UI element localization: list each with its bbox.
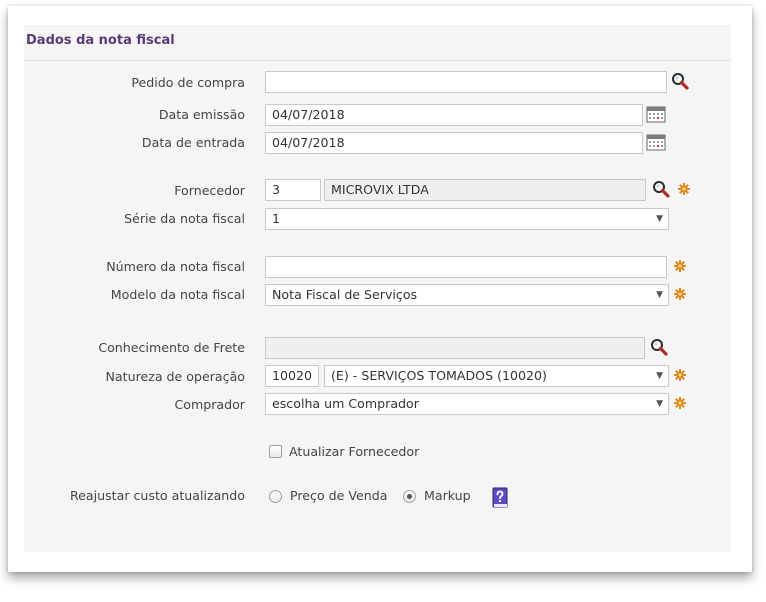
- data-entrada-label: Data de entrada: [141, 135, 245, 150]
- comprador-value: escolha um Comprador: [272, 396, 419, 411]
- reajustar-label: Reajustar custo atualizando: [69, 488, 245, 503]
- pedido-compra-input[interactable]: [265, 71, 667, 93]
- pedido-compra-label: Pedido de compra: [131, 75, 245, 90]
- search-icon[interactable]: [671, 72, 689, 90]
- cog-icon[interactable]: [674, 260, 686, 272]
- comprador-select[interactable]: escolha um Comprador ▼: [265, 393, 669, 415]
- comprador-label: Comprador: [174, 397, 245, 412]
- data-entrada-input[interactable]: 04/07/2018: [265, 132, 643, 154]
- chevron-down-icon: ▼: [656, 290, 663, 300]
- natureza-label: Natureza de operação: [105, 369, 245, 384]
- calendar-icon[interactable]: [646, 133, 666, 151]
- modelo-select[interactable]: Nota Fiscal de Serviços ▼: [265, 284, 669, 306]
- markup-radio[interactable]: [403, 490, 416, 503]
- natureza-value: (E) - SERVIÇOS TOMADOS (10020): [331, 368, 547, 383]
- help-book-icon[interactable]: [491, 487, 509, 509]
- atualizar-fornecedor-checkbox[interactable]: [269, 445, 282, 458]
- cog-icon[interactable]: [674, 288, 686, 300]
- title-divider: [24, 60, 731, 61]
- markup-label: Markup: [424, 488, 471, 503]
- natureza-select[interactable]: (E) - SERVIÇOS TOMADOS (10020) ▼: [324, 365, 669, 387]
- calendar-icon[interactable]: [646, 105, 666, 123]
- serie-select[interactable]: 1 ▼: [265, 208, 669, 230]
- conhecimento-frete-field: [265, 337, 645, 359]
- conhecimento-frete-label: Conhecimento de Frete: [98, 340, 245, 355]
- natureza-code-input[interactable]: 10020: [265, 365, 319, 387]
- data-emissao-input[interactable]: 04/07/2018: [265, 104, 643, 126]
- cog-icon[interactable]: [678, 183, 690, 195]
- search-icon[interactable]: [652, 180, 670, 198]
- cog-icon[interactable]: [674, 369, 686, 381]
- fornecedor-label: Fornecedor: [174, 183, 245, 198]
- atualizar-fornecedor-label: Atualizar Fornecedor: [289, 444, 420, 459]
- fornecedor-code-input[interactable]: 3: [265, 179, 321, 201]
- chevron-down-icon: ▼: [656, 399, 663, 409]
- chevron-down-icon: ▼: [656, 371, 663, 381]
- fornecedor-name-field: MICROVIX LTDA: [324, 179, 646, 201]
- section-title: Dados da nota fiscal: [26, 33, 175, 48]
- numero-input[interactable]: [265, 256, 667, 278]
- preco-venda-radio[interactable]: [269, 490, 282, 503]
- cog-icon[interactable]: [674, 397, 686, 409]
- numero-label: Número da nota fiscal: [106, 259, 245, 274]
- modelo-label: Modelo da nota fiscal: [110, 287, 245, 302]
- radio-selected-dot: [407, 494, 412, 499]
- serie-value: 1: [272, 211, 281, 226]
- modelo-value: Nota Fiscal de Serviços: [272, 287, 418, 302]
- form-panel: Dados da nota fiscal Pedido de compra Da…: [24, 25, 731, 552]
- serie-label: Série da nota fiscal: [124, 211, 245, 226]
- preco-venda-label: Preço de Venda: [290, 488, 388, 503]
- search-icon[interactable]: [650, 338, 668, 356]
- data-emissao-label: Data emissão: [158, 107, 245, 122]
- chevron-down-icon: ▼: [656, 214, 663, 224]
